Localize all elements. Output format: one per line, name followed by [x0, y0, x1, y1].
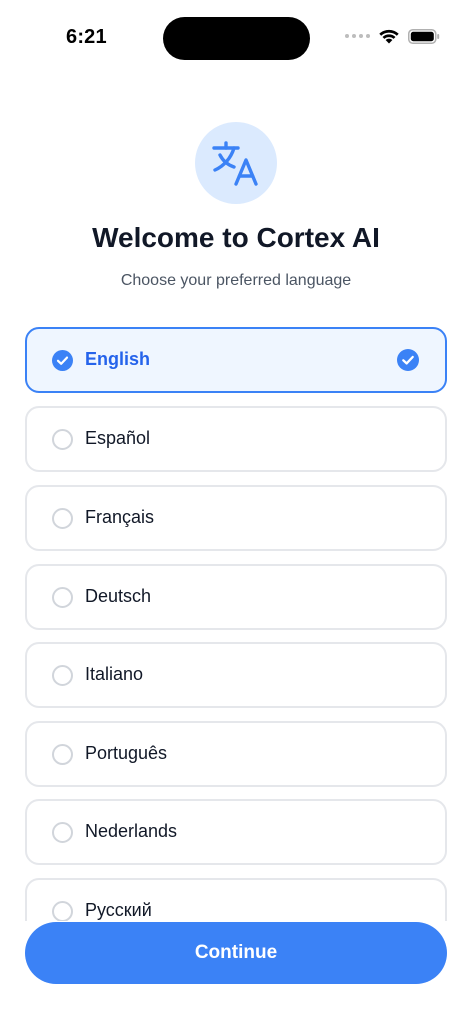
language-option-italiano[interactable]: Italiano [25, 642, 447, 708]
language-option-francais[interactable]: Français [25, 485, 447, 551]
radio-unchecked-icon [52, 822, 73, 843]
status-time: 6:21 [66, 26, 107, 48]
status-icons [345, 28, 440, 44]
wifi-icon [379, 29, 399, 44]
language-label: Français [85, 507, 155, 527]
radio-unchecked-icon [52, 665, 73, 686]
app-logo [195, 122, 277, 204]
radio-unchecked-icon [52, 901, 73, 921]
language-label: Español [85, 428, 151, 448]
language-option-deutsch[interactable]: Deutsch [25, 564, 447, 630]
language-option-portugues[interactable]: Português [25, 721, 447, 787]
language-option-espanol[interactable]: Español [25, 406, 447, 472]
language-label: Deutsch [85, 586, 152, 606]
cellular-signal-icon [345, 34, 370, 38]
language-option-nederlands[interactable]: Nederlands [25, 799, 447, 865]
language-option-english[interactable]: English [25, 327, 447, 393]
radio-unchecked-icon [52, 744, 73, 765]
language-option-russian[interactable]: Русский [25, 878, 447, 921]
language-label: Русский [85, 900, 152, 920]
translate-icon [212, 141, 258, 186]
checkmark-circle-icon [397, 349, 419, 371]
language-label: Nederlands [85, 821, 178, 841]
language-label: English [85, 349, 151, 369]
page-title: Welcome to Cortex AI [92, 222, 380, 253]
continue-button[interactable]: Continue [25, 922, 447, 984]
language-label: Italiano [85, 664, 144, 684]
page-subtitle: Choose your preferred language [120, 272, 352, 289]
radio-unchecked-icon [52, 587, 73, 608]
status-bar: 6:21 [0, 0, 472, 80]
radio-checked-icon [52, 350, 73, 371]
dynamic-island [163, 17, 310, 60]
radio-unchecked-icon [52, 508, 73, 529]
language-list[interactable]: English Español Français Deutsch Italian… [25, 327, 447, 921]
radio-unchecked-icon [52, 429, 73, 450]
language-label: Português [85, 743, 168, 763]
battery-icon [408, 28, 440, 44]
